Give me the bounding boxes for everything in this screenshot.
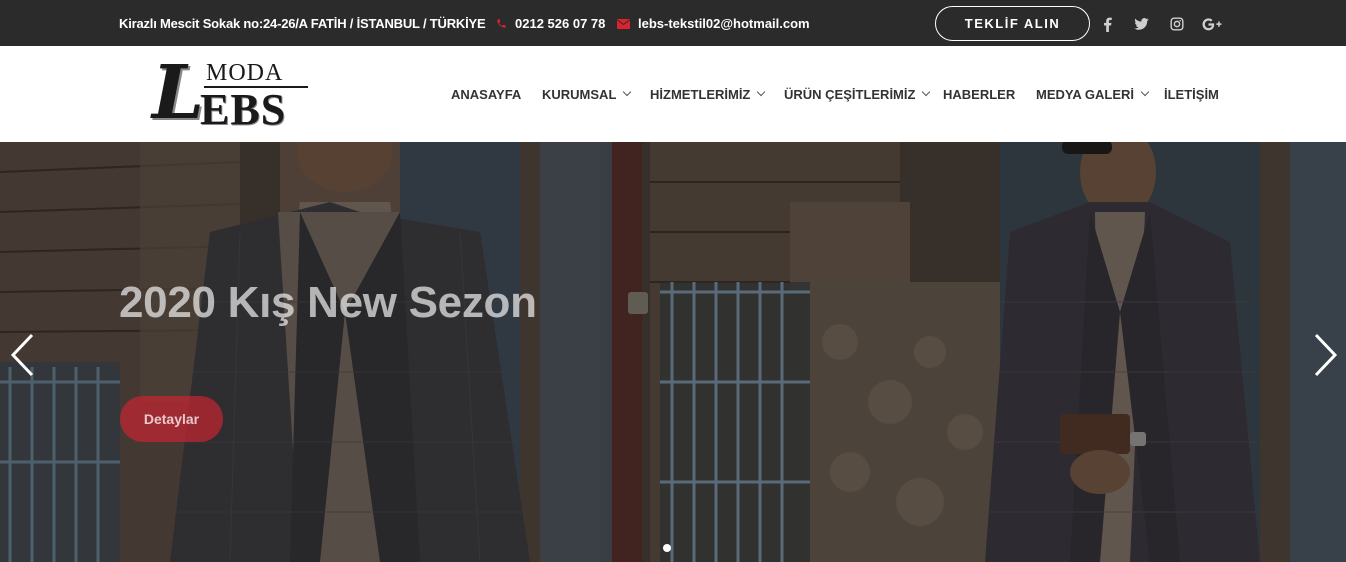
phone-contact[interactable]: 0212 526 07 78 [496,16,605,31]
chevron-left-icon[interactable] [8,332,38,378]
logo-ebs-text: EBS [200,85,287,134]
nav-item-anasayfa[interactable]: ANASAYFA [451,86,521,102]
top-bar: Kirazlı Mescit Sokak no:24-26/A FATİH / … [0,0,1346,46]
nav-item-hizmetlerimiz[interactable]: HİZMETLERİMİZ [650,86,766,102]
email-contact[interactable]: lebs-tekstil02@hotmail.com [617,16,810,31]
phone-number: 0212 526 07 78 [515,16,606,31]
get-quote-button[interactable]: TEKLİF ALIN [935,6,1090,41]
instagram-icon[interactable] [1168,15,1186,33]
nav-label: ANASAYFA [451,86,522,102]
hero-overlay [0,142,1346,562]
nav-item-iletisim[interactable]: İLETİŞİM [1164,86,1219,102]
twitter-icon[interactable] [1132,15,1150,33]
facebook-icon[interactable] [1098,15,1116,33]
address-text: Kirazlı Mescit Sokak no:24-26/A FATİH / … [119,16,486,31]
hero-slider: 2020 Kış New Sezon Detaylar [0,142,1346,562]
nav-item-medya-galeri[interactable]: MEDYA GALERİ [1036,86,1150,102]
chevron-down-icon [922,87,931,97]
logo-moda-text: MODA [206,60,284,86]
phone-icon [496,18,507,29]
google-plus-icon[interactable] [1201,15,1223,33]
chevron-down-icon [1140,87,1150,97]
nav-label: ÜRÜN ÇEŞİTLERİMİZ [784,86,916,102]
nav-label: KURUMSAL [542,86,617,102]
nav-label: İLETİŞİM [1164,86,1219,102]
nav-label: HİZMETLERİMİZ [650,86,751,102]
chevron-right-icon[interactable] [1310,332,1340,378]
chevron-down-icon [623,87,632,97]
logo-letter: L [152,50,205,136]
main-header: L MODA EBS ANASAYFA KURUMSAL HİZMETLERİM… [0,46,1346,142]
nav-item-kurumsal[interactable]: KURUMSAL [542,86,632,102]
chevron-down-icon [757,87,766,97]
email-address: lebs-tekstil02@hotmail.com [638,16,810,31]
nav-item-haberler[interactable]: HABERLER [943,86,1015,102]
nav-item-urun-cesitlerimiz[interactable]: ÜRÜN ÇEŞİTLERİMİZ [784,86,931,102]
slider-dot-active[interactable] [663,544,671,552]
nav-label: MEDYA GALERİ [1036,86,1134,102]
hero-title: 2020 Kış New Sezon [119,278,537,327]
nav-label: HABERLER [943,86,1016,102]
envelope-icon [617,18,630,29]
details-button[interactable]: Detaylar [120,396,223,442]
site-logo[interactable]: L MODA EBS [150,50,315,136]
